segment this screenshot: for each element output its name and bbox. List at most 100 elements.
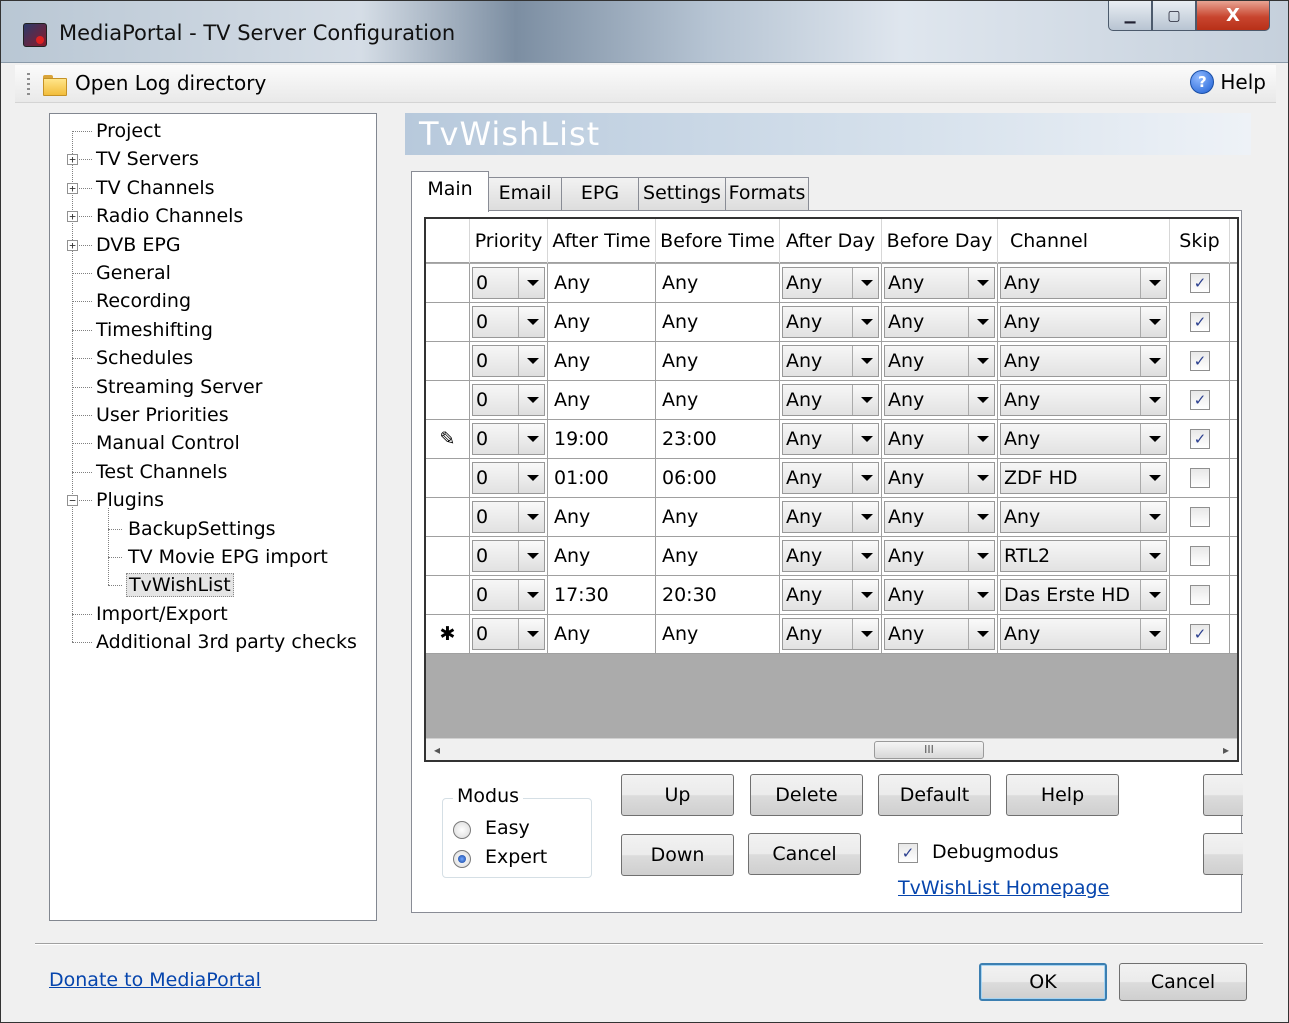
tree-item[interactable]: Schedules [94, 345, 195, 371]
cell-after-day[interactable]: Any [780, 342, 882, 380]
tree-item[interactable]: Recording [94, 288, 193, 314]
table-row[interactable]: 0 Any Any Any Any RTL2 [426, 537, 1237, 576]
row-header[interactable] [426, 303, 470, 341]
cell-before-day[interactable]: Any [882, 615, 998, 653]
expand-icon[interactable]: + [67, 211, 78, 223]
scroll-thumb[interactable]: III [874, 741, 984, 759]
channel-dropdown[interactable]: Any [1000, 306, 1167, 338]
tree-item[interactable]: Import/Export [94, 601, 230, 627]
before-time-text[interactable]: 20:30 [662, 576, 717, 614]
tab-settings[interactable]: Settings [638, 177, 726, 211]
dropdown-arrow-icon[interactable] [968, 580, 994, 610]
cell-channel[interactable]: Any [998, 498, 1170, 536]
help-button[interactable]: Help [1006, 774, 1119, 816]
dropdown-arrow-icon[interactable] [518, 463, 544, 493]
priority-dropdown[interactable]: 0 [472, 384, 545, 416]
skip-checkbox[interactable]: ✓ [1190, 312, 1210, 332]
tree-item[interactable]: Project [94, 118, 163, 144]
cell-skip[interactable]: ✓ [1170, 615, 1230, 653]
column-header-before-time[interactable]: Before Time [656, 219, 780, 263]
cell-priority[interactable]: 0 [470, 264, 548, 302]
cell-priority[interactable]: 0 [470, 576, 548, 614]
before-time-text[interactable]: Any [662, 381, 698, 419]
dropdown-arrow-icon[interactable] [1140, 541, 1166, 571]
folder-icon[interactable] [43, 73, 67, 96]
channel-dropdown[interactable]: Any [1000, 345, 1167, 377]
skip-checkbox[interactable]: ✓ [1190, 429, 1210, 449]
dropdown-arrow-icon[interactable] [518, 385, 544, 415]
extra-button-bottom[interactable] [1203, 833, 1243, 875]
after-time-text[interactable]: 19:00 [554, 420, 609, 458]
cell-after-day[interactable]: Any [780, 537, 882, 575]
table-row[interactable]: 0 Any Any Any Any Any ✓ [426, 264, 1237, 303]
column-header-priority[interactable]: Priority [470, 219, 548, 263]
table-row[interactable]: 0 Any Any Any Any Any ✓ [426, 381, 1237, 420]
cell-before-time[interactable]: Any [656, 264, 780, 302]
tree-item[interactable]: Additional 3rd party checks [94, 629, 359, 655]
cell-channel[interactable]: Any [998, 303, 1170, 341]
down-button[interactable]: Down [621, 834, 734, 876]
minimize-button[interactable]: ▁ [1108, 1, 1152, 31]
dropdown-arrow-icon[interactable] [968, 307, 994, 337]
cell-priority[interactable]: 0 [470, 615, 548, 653]
cell-after-time[interactable]: Any [548, 303, 656, 341]
dropdown-arrow-icon[interactable] [1140, 424, 1166, 454]
cell-priority[interactable]: 0 [470, 498, 548, 536]
cell-priority[interactable]: 0 [470, 420, 548, 458]
after-time-text[interactable]: Any [554, 303, 590, 341]
dropdown-arrow-icon[interactable] [852, 268, 878, 298]
channel-dropdown[interactable]: Any [1000, 618, 1167, 650]
after-day-dropdown[interactable]: Any [782, 462, 879, 494]
cell-skip[interactable]: ✓ [1170, 381, 1230, 419]
priority-dropdown[interactable]: 0 [472, 579, 545, 611]
after-day-dropdown[interactable]: Any [782, 423, 879, 455]
row-header[interactable] [426, 576, 470, 614]
column-header-after-day[interactable]: After Day [780, 219, 882, 263]
expand-icon[interactable]: + [67, 239, 78, 251]
cell-before-day[interactable]: Any [882, 381, 998, 419]
cell-before-day[interactable]: Any [882, 576, 998, 614]
cell-after-day[interactable]: Any [780, 459, 882, 497]
delete-button[interactable]: Delete [750, 774, 863, 816]
dropdown-arrow-icon[interactable] [1140, 268, 1166, 298]
after-day-dropdown[interactable]: Any [782, 540, 879, 572]
cell-channel[interactable]: ZDF HD [998, 459, 1170, 497]
expert-radio-label[interactable]: Expert [485, 846, 547, 868]
wishlist-grid[interactable]: Priority After Time Before Time After Da… [424, 217, 1239, 762]
column-header-channel[interactable]: Channel [998, 219, 1170, 263]
cancel-button[interactable]: Cancel [1119, 963, 1247, 1001]
cell-before-time[interactable]: Any [656, 498, 780, 536]
after-day-dropdown[interactable]: Any [782, 579, 879, 611]
cell-after-day[interactable]: Any [780, 264, 882, 302]
dropdown-arrow-icon[interactable] [1140, 346, 1166, 376]
table-row[interactable]: 0 Any Any Any Any Any ✓ [426, 303, 1237, 342]
dropdown-arrow-icon[interactable] [518, 619, 544, 649]
dropdown-arrow-icon[interactable] [852, 463, 878, 493]
cell-after-time[interactable]: Any [548, 342, 656, 380]
priority-dropdown[interactable]: 0 [472, 267, 545, 299]
cell-after-time[interactable]: 19:00 [548, 420, 656, 458]
scroll-left-arrow-icon[interactable]: ◂ [426, 739, 448, 760]
after-day-dropdown[interactable]: Any [782, 267, 879, 299]
row-header[interactable] [426, 264, 470, 302]
dropdown-arrow-icon[interactable] [852, 346, 878, 376]
tab-main[interactable]: Main [411, 171, 489, 212]
dropdown-arrow-icon[interactable] [518, 307, 544, 337]
tvwishlist-homepage-link[interactable]: TvWishList Homepage [898, 877, 1109, 899]
expand-icon[interactable]: + [67, 182, 78, 194]
channel-dropdown[interactable]: Any [1000, 384, 1167, 416]
channel-dropdown[interactable]: ZDF HD [1000, 462, 1167, 494]
before-day-dropdown[interactable]: Any [884, 423, 995, 455]
cell-skip[interactable] [1170, 537, 1230, 575]
channel-dropdown[interactable]: Das Erste HD [1000, 579, 1167, 611]
cell-before-day[interactable]: Any [882, 498, 998, 536]
cell-before-time[interactable]: Any [656, 615, 780, 653]
cell-after-day[interactable]: Any [780, 420, 882, 458]
cell-before-day[interactable]: Any [882, 264, 998, 302]
dropdown-arrow-icon[interactable] [1140, 502, 1166, 532]
after-time-text[interactable]: Any [554, 537, 590, 575]
before-day-dropdown[interactable]: Any [884, 345, 995, 377]
cell-priority[interactable]: 0 [470, 537, 548, 575]
cell-before-time[interactable]: 23:00 [656, 420, 780, 458]
dropdown-arrow-icon[interactable] [518, 541, 544, 571]
